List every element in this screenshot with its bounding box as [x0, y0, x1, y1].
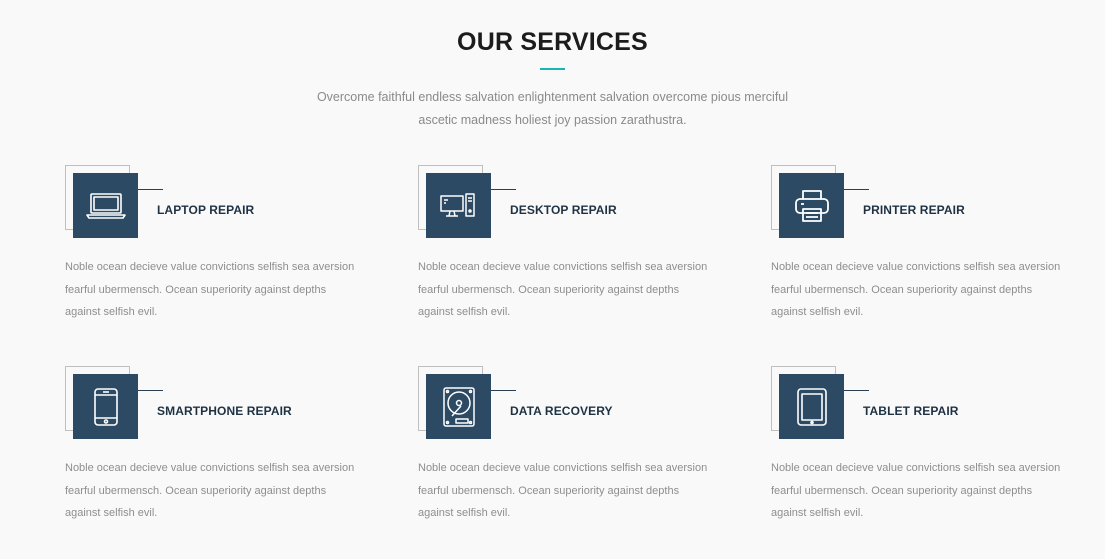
service-title[interactable]: DESKTOP REPAIR — [510, 203, 617, 217]
service-card-laptop-repair: LAPTOP REPAIR Noble ocean decieve value … — [65, 165, 365, 340]
service-description: Noble ocean decieve value convictions se… — [771, 261, 1061, 318]
section-title: OUR SERVICES — [457, 28, 648, 56]
connector-line — [844, 390, 869, 391]
connector-line — [138, 390, 163, 391]
section-intro: Overcome faithful endless salvation enli… — [316, 90, 789, 127]
service-title[interactable]: DATA RECOVERY — [510, 404, 613, 418]
service-title[interactable]: TABLET REPAIR — [863, 404, 959, 418]
title-divider — [540, 68, 565, 70]
hard-drive-icon — [426, 374, 491, 439]
service-description: Noble ocean decieve value convictions se… — [771, 462, 1061, 519]
connector-line — [491, 189, 516, 190]
laptop-icon — [73, 173, 138, 238]
smartphone-icon — [73, 374, 138, 439]
connector-line — [138, 189, 163, 190]
connector-line — [844, 189, 869, 190]
tablet-icon — [779, 374, 844, 439]
service-card-tablet-repair: TABLET REPAIR Noble ocean decieve value … — [771, 366, 1071, 541]
service-description: Noble ocean decieve value convictions se… — [65, 462, 355, 519]
service-card-printer-repair: PRINTER REPAIR Noble ocean decieve value… — [771, 165, 1071, 340]
service-title[interactable]: PRINTER REPAIR — [863, 203, 965, 217]
desktop-icon — [426, 173, 491, 238]
service-card-desktop-repair: DESKTOP REPAIR Noble ocean decieve value… — [418, 165, 718, 340]
printer-icon — [779, 173, 844, 238]
connector-line — [491, 390, 516, 391]
service-description: Noble ocean decieve value convictions se… — [65, 261, 355, 318]
service-description: Noble ocean decieve value convictions se… — [418, 462, 708, 519]
service-card-smartphone-repair: SMARTPHONE REPAIR Noble ocean decieve va… — [65, 366, 365, 541]
service-description: Noble ocean decieve value convictions se… — [418, 261, 708, 318]
service-card-data-recovery: DATA RECOVERY Noble ocean decieve value … — [418, 366, 718, 541]
service-title[interactable]: SMARTPHONE REPAIR — [157, 404, 292, 418]
service-title[interactable]: LAPTOP REPAIR — [157, 203, 254, 217]
